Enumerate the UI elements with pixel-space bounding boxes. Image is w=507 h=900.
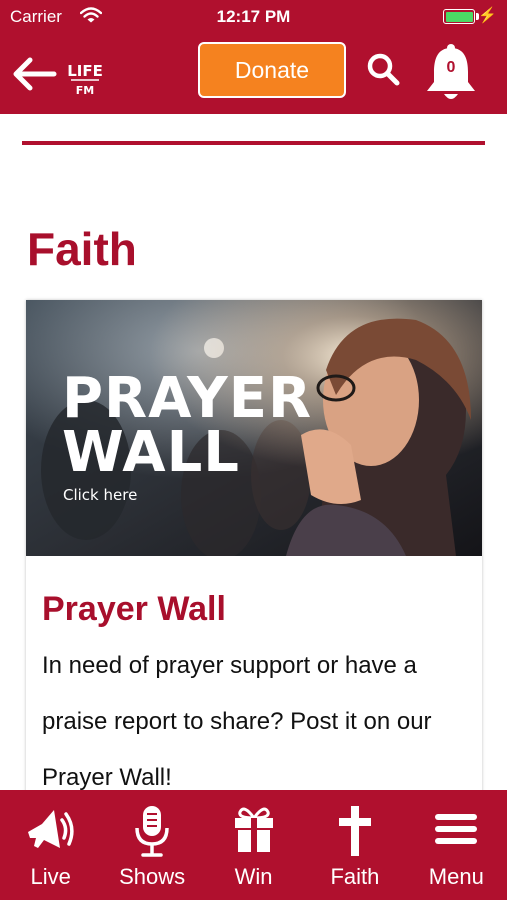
- top-navigation-bar: LIFE FM Donate 0: [0, 34, 507, 114]
- banner-heading-line1: PRAYER: [62, 366, 313, 431]
- cross-icon: [338, 806, 371, 856]
- battery-icon: [443, 9, 475, 24]
- prayer-wall-card[interactable]: PRAYER WALL Click here Prayer Wall In ne…: [26, 300, 482, 790]
- tab-menu[interactable]: Menu: [406, 790, 507, 900]
- card-title[interactable]: Prayer Wall: [42, 590, 226, 629]
- main-content[interactable]: Faith PRAYER WALL Click here Prayer Wall…: [0, 114, 507, 790]
- banner-heading-line2: WALL: [62, 420, 240, 485]
- card-description: In need of prayer support or have a prai…: [42, 652, 432, 790]
- tab-label-live: Live: [30, 864, 71, 889]
- logo-text-bottom: FM: [76, 84, 94, 97]
- arrow-left-icon: [13, 57, 57, 91]
- banner-click-here[interactable]: Click here: [63, 486, 137, 504]
- tab-label-shows: Shows: [119, 864, 186, 889]
- bottom-tab-bar: Live Shows Win Faith Menu: [0, 790, 507, 900]
- tab-live[interactable]: Live: [0, 790, 101, 900]
- prayer-wall-banner-image[interactable]: PRAYER WALL Click here: [26, 300, 482, 556]
- back-button[interactable]: [8, 54, 60, 94]
- tab-label-menu: Menu: [428, 864, 484, 889]
- speaker-icon: [27, 810, 74, 848]
- search-icon: [367, 53, 400, 86]
- tab-label-faith: Faith: [330, 864, 380, 889]
- status-bar: Carrier 12:17 PM ⚡: [0, 0, 507, 34]
- donate-button[interactable]: Donate: [198, 42, 346, 98]
- hamburger-menu-icon: [435, 814, 478, 844]
- banner-heading: PRAYER WALL: [62, 366, 313, 485]
- life-fm-logo: LIFE FM: [67, 52, 103, 98]
- gift-icon: [234, 807, 273, 852]
- tab-label-win: Win: [234, 864, 273, 889]
- tab-shows[interactable]: Shows: [101, 790, 202, 900]
- microphone-icon: [135, 806, 169, 857]
- notification-count-badge: 0: [446, 59, 456, 76]
- logo-text-top: LIFE: [68, 62, 102, 80]
- search-button[interactable]: [366, 52, 404, 88]
- notifications-button[interactable]: 0: [424, 42, 478, 104]
- tab-win[interactable]: Win: [203, 790, 304, 900]
- clock: 12:17 PM: [216, 7, 291, 26]
- charging-icon: ⚡: [478, 7, 497, 24]
- page-title: Faith: [27, 223, 137, 275]
- tab-faith[interactable]: Faith: [304, 790, 405, 900]
- header-divider: [22, 141, 485, 145]
